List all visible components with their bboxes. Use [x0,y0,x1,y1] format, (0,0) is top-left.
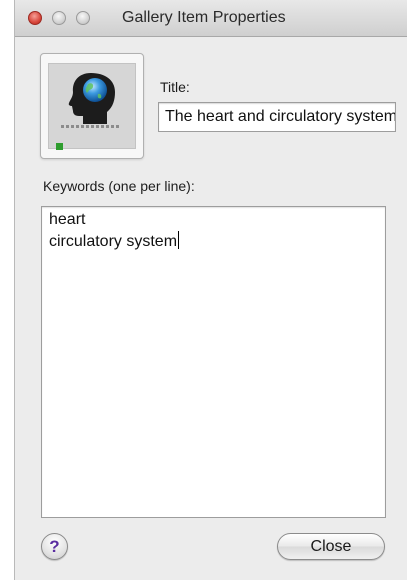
status-indicator-icon [56,143,63,150]
close-button[interactable]: Close [277,533,385,560]
gallery-item-properties-window: Gallery Item Properties Title: The heart… [14,0,407,580]
close-window-icon[interactable] [28,11,42,25]
keyword-line-with-caret: circulatory system [49,231,378,253]
window-title: Gallery Item Properties [122,9,286,26]
keywords-label: Keywords (one per line): [43,178,195,194]
head-globe-icon [68,73,115,124]
thumbnail-caption-placeholder [61,125,121,128]
zoom-window-icon[interactable] [76,11,90,25]
thumbnail-preview [48,63,136,150]
title-field[interactable]: The heart and circulatory system [158,102,396,132]
minimize-window-icon[interactable] [52,11,66,25]
keywords-text-area[interactable]: heart circulatory system [41,206,386,518]
text-caret [178,231,180,249]
title-label: Title: [160,79,190,95]
keyword-line: heart [49,211,86,228]
keyword-line: circulatory system [49,233,178,250]
gallery-item-thumbnail[interactable] [40,53,144,159]
title-bar[interactable]: Gallery Item Properties [15,0,407,37]
help-button[interactable]: ? [41,533,68,560]
